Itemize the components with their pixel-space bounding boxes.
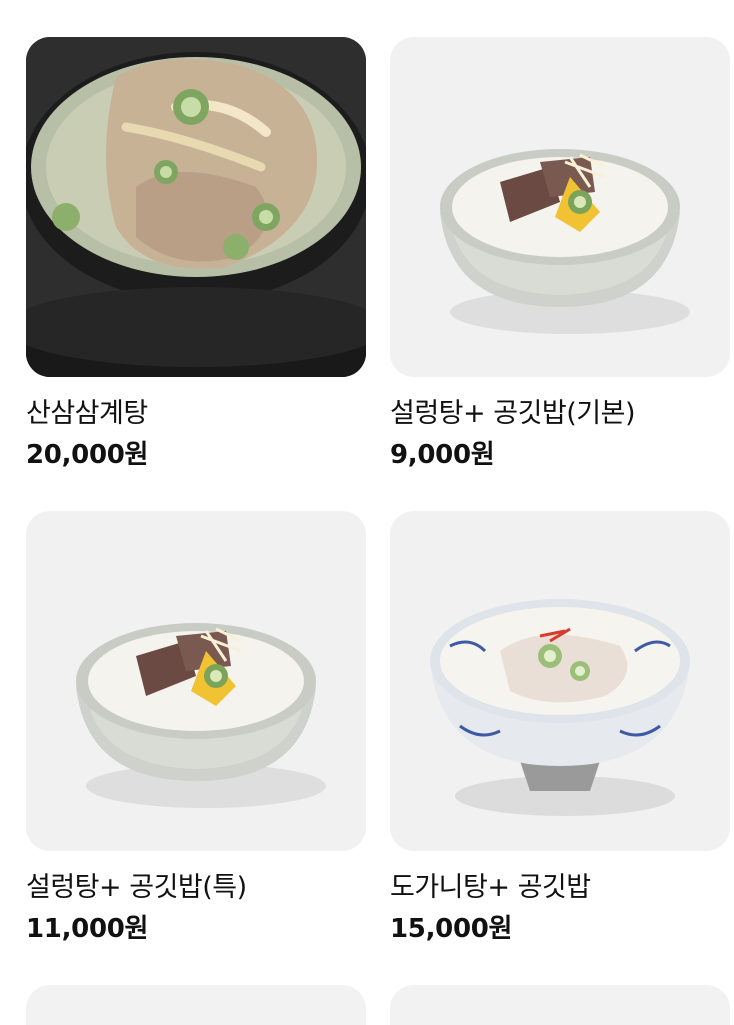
menu-item-seolleongtang-special[interactable]: 설렁탕+ 공깃밥(특) 11,000원: [26, 511, 366, 985]
menu-item-price: 20,000원: [26, 440, 149, 470]
samgyetang-photo-icon[interactable]: [26, 37, 366, 377]
menu-item-seolleongtang-basic[interactable]: 설렁탕+ 공깃밥(기본) 9,000원: [390, 37, 730, 511]
menu-grid: 산삼삼계탕 20,000원 설렁탕+ 공깃밥(기본) 9,000원 설렁탕+ 공…: [26, 37, 730, 985]
menu-item-samgyetang[interactable]: 산삼삼계탕 20,000원: [26, 37, 366, 511]
menu-item-name[interactable]: 설렁탕+ 공깃밥(기본): [390, 397, 730, 431]
doganitang-photo-icon[interactable]: [390, 511, 730, 851]
menu-item-name[interactable]: 설렁탕+ 공깃밥(특): [26, 871, 366, 905]
next-item-thumb-partial[interactable]: [26, 985, 366, 1025]
menu-item-doganitang[interactable]: 도가니탕+ 공깃밥 15,000원: [390, 511, 730, 985]
seolleongtang-photo-icon[interactable]: [26, 511, 366, 851]
menu-item-price: 9,000원: [390, 440, 495, 470]
menu-item-name[interactable]: 도가니탕+ 공깃밥: [390, 871, 730, 905]
menu-item-price: 11,000원: [26, 914, 149, 944]
next-item-thumb-partial[interactable]: [390, 985, 730, 1025]
menu-item-price: 15,000원: [390, 914, 513, 944]
menu-item-name[interactable]: 산삼삼계탕: [26, 397, 366, 431]
seolleongtang-photo-icon[interactable]: [390, 37, 730, 377]
